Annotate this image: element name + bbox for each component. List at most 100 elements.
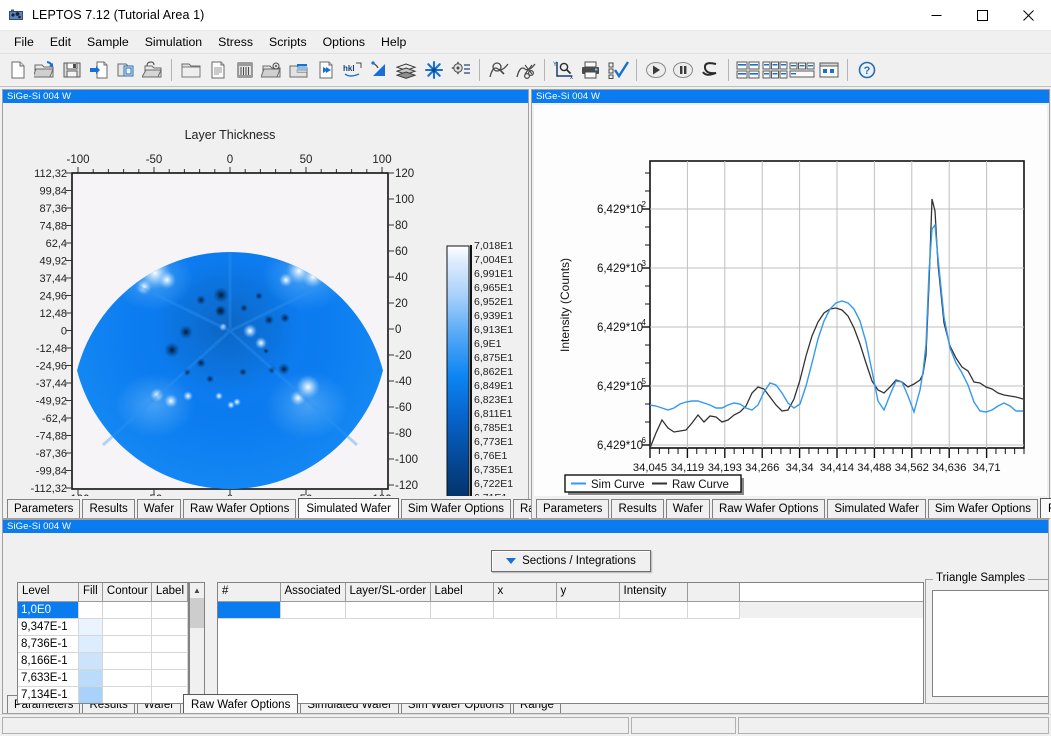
sections-cell-x[interactable] (493, 601, 556, 618)
level-cell-value[interactable]: 7,134E-1 (18, 686, 78, 703)
tab-parameters[interactable]: Parameters (536, 499, 609, 518)
layers-stack-icon[interactable] (393, 56, 420, 84)
tab-wafer[interactable]: Wafer (137, 499, 181, 518)
level-cell-label[interactable] (151, 601, 187, 618)
folder-icon[interactable] (177, 56, 204, 84)
grid-6-icon[interactable] (761, 56, 788, 84)
sections-cell-intensity[interactable] (619, 601, 687, 618)
tab-parameters[interactable]: Parameters (7, 499, 80, 518)
tab-results[interactable]: Results (611, 499, 663, 518)
close-button[interactable] (1005, 0, 1051, 31)
menu-sample[interactable]: Sample (79, 32, 137, 53)
table-row[interactable]: 8,736E-1 (18, 635, 188, 652)
scrollbar-thumb[interactable] (190, 598, 204, 628)
level-cell-fill[interactable] (78, 686, 102, 703)
pause-icon[interactable] (669, 56, 696, 84)
sections-cell-associated[interactable] (280, 601, 345, 618)
level-cell-contour[interactable] (102, 601, 151, 618)
grid-wide-icon[interactable] (788, 56, 815, 84)
level-cell-label[interactable] (151, 669, 187, 686)
play-icon[interactable] (642, 56, 669, 84)
open-folder-icon[interactable] (31, 56, 58, 84)
plot-fill-icon[interactable] (366, 56, 393, 84)
menu-simulation[interactable]: Simulation (137, 32, 210, 53)
level-cell-value[interactable]: 7,633E-1 (18, 669, 78, 686)
grid-4-icon[interactable] (734, 56, 761, 84)
table-row[interactable]: 9,347E-1 (18, 618, 188, 635)
tab-simulated-wafer[interactable]: Simulated Wafer (298, 498, 399, 518)
level-cell-fill[interactable] (78, 669, 102, 686)
sections-cell-extra[interactable] (687, 601, 739, 618)
axes-xy-icon[interactable]: Y x (550, 56, 577, 84)
sections-cell-label[interactable] (430, 601, 493, 618)
run-script-icon[interactable] (312, 56, 339, 84)
triangle-samples-list[interactable] (932, 590, 1049, 697)
checklist-icon[interactable] (604, 56, 631, 84)
print-icon[interactable] (577, 56, 604, 84)
level-cell-contour[interactable] (102, 652, 151, 669)
tab-simulated-wafer[interactable]: Simulated Wafer (827, 499, 926, 518)
level-grid[interactable]: Level Fill Contour Label 1,0E0 (17, 582, 189, 704)
sections-cell-y[interactable] (556, 601, 619, 618)
tab-raw-wafer-options[interactable]: Raw Wafer Options (183, 499, 296, 518)
minimize-button[interactable] (913, 0, 959, 31)
tab-sim-wafer-options[interactable]: Sim Wafer Options (401, 499, 511, 518)
menu-stress[interactable]: Stress (210, 32, 261, 53)
level-cell-contour[interactable] (102, 618, 151, 635)
level-cell-label[interactable] (151, 652, 187, 669)
fit-curve-icon[interactable] (485, 56, 512, 84)
table-row[interactable]: 8,166E-1 (18, 652, 188, 669)
tab-range[interactable]: Range (1040, 498, 1051, 518)
maximize-button[interactable] (959, 0, 1005, 31)
import-document-icon[interactable] (85, 56, 112, 84)
sections-cell-layer[interactable] (345, 601, 430, 618)
table-row[interactable]: 7,134E-1 (18, 686, 188, 703)
help-question-icon[interactable]: ? (853, 56, 880, 84)
sections-grid[interactable]: # Associated Layer/SL-order Label x y In… (217, 582, 924, 704)
level-cell-fill[interactable] (78, 601, 102, 618)
open-recent-folder-icon[interactable] (139, 56, 166, 84)
level-cell-label[interactable] (151, 635, 187, 652)
tab-wafer[interactable]: Wafer (666, 499, 710, 518)
grid-single-icon[interactable] (815, 56, 842, 84)
export-document-icon[interactable] (112, 56, 139, 84)
level-cell-fill[interactable] (78, 635, 102, 652)
level-cell-value[interactable]: 9,347E-1 (18, 618, 78, 635)
wafer-map-plot[interactable]: Layer Thickness -100 -50 0 50 100 (5, 105, 526, 496)
menu-options[interactable]: Options (315, 32, 373, 53)
tab-raw-wafer-options[interactable]: Raw Wafer Options (183, 694, 298, 714)
level-cell-fill[interactable] (78, 618, 102, 635)
folder-layers-icon[interactable] (285, 56, 312, 84)
gear-list-icon[interactable] (447, 56, 474, 84)
database-icon[interactable] (231, 56, 258, 84)
level-cell-contour[interactable] (102, 669, 151, 686)
level-cell-fill[interactable] (78, 652, 102, 669)
tab-raw-wafer-options[interactable]: Raw Wafer Options (712, 499, 825, 518)
menu-edit[interactable]: Edit (42, 32, 79, 53)
level-cell-value[interactable]: 8,736E-1 (18, 635, 78, 652)
save-floppy-icon[interactable] (58, 56, 85, 84)
menu-file[interactable]: File (6, 32, 42, 53)
xrd-curve-plot[interactable]: Intensity (Counts) (534, 105, 1047, 496)
level-cell-contour[interactable] (102, 635, 151, 652)
hkl-icon[interactable]: hkl (339, 56, 366, 84)
folder-settings-icon[interactable] (258, 56, 285, 84)
s-curve-icon[interactable] (696, 56, 723, 84)
table-row[interactable]: 7,633E-1 (18, 669, 188, 686)
tab-sim-wafer-options[interactable]: Sim Wafer Options (928, 499, 1038, 518)
level-cell-contour[interactable] (102, 686, 151, 703)
scroll-up-icon[interactable]: ▲ (190, 583, 204, 597)
scissors-curve-icon[interactable] (512, 56, 539, 84)
level-cell-label[interactable] (151, 618, 187, 635)
sections-cell-number[interactable] (218, 601, 280, 618)
asterisk-icon[interactable] (420, 56, 447, 84)
table-row[interactable]: 1,0E0 (18, 601, 188, 618)
table-row[interactable] (218, 601, 923, 618)
level-grid-scrollbar[interactable]: ▲ (189, 582, 205, 704)
level-cell-value[interactable]: 8,166E-1 (18, 652, 78, 669)
level-cell-value[interactable]: 1,0E0 (18, 601, 78, 618)
document-icon[interactable] (204, 56, 231, 84)
sections-integrations-button[interactable]: Sections / Integrations (491, 550, 651, 572)
tab-results[interactable]: Results (82, 499, 134, 518)
new-document-icon[interactable] (4, 56, 31, 84)
